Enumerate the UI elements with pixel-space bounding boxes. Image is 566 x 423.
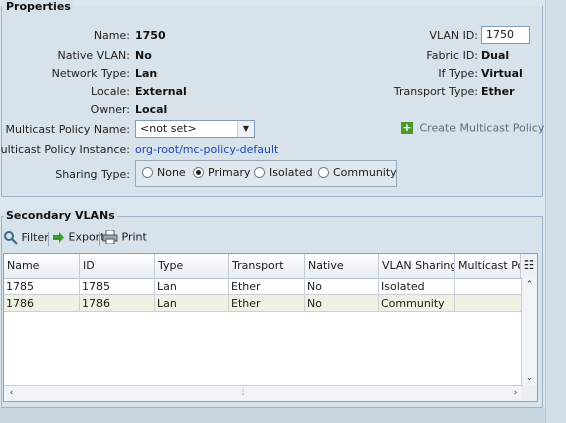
- column-header-type[interactable]: Type: [155, 254, 229, 278]
- create-multicast-policy-label: Create Multicast Policy: [419, 121, 545, 135]
- scroll-right-icon[interactable]: ›: [508, 386, 523, 401]
- fabric-id-value: Dual: [481, 49, 510, 62]
- name-value: 1750: [135, 29, 166, 42]
- owner-value: Local: [135, 103, 168, 116]
- column-header-native[interactable]: Native: [305, 254, 379, 278]
- transport-type-label: Transport Type:: [393, 85, 478, 98]
- transport-type-value: Ether: [481, 85, 515, 98]
- plus-icon: +: [401, 121, 413, 134]
- radio-none[interactable]: [142, 167, 153, 178]
- radio-primary-label: Primary: [208, 166, 251, 179]
- scroll-grip-icon[interactable]: ⦙: [233, 386, 253, 401]
- radio-community-label: Community: [333, 166, 397, 179]
- multicast-policy-instance-label: Multicast Policy Instance:: [0, 143, 130, 156]
- scroll-down-icon[interactable]: ⌄: [522, 371, 537, 386]
- column-chooser-icon[interactable]: ☷: [520, 254, 537, 278]
- cell-vlan-sharing: Community: [379, 295, 455, 312]
- secondary-vlans-legend: Secondary VLANs: [4, 209, 117, 222]
- network-type-label: Network Type:: [51, 67, 130, 80]
- chevron-down-icon[interactable]: ▼: [237, 121, 254, 137]
- multicast-policy-instance-link[interactable]: org-root/mc-policy-default: [135, 143, 278, 156]
- owner-label: Owner:: [90, 103, 130, 116]
- filter-button[interactable]: Filter: [3, 230, 49, 245]
- table-header: Name ID Type Transport Native VLAN Shari…: [4, 254, 523, 279]
- cell-type: Lan: [155, 278, 229, 295]
- cell-type: Lan: [155, 295, 229, 312]
- export-arrow-icon: [53, 231, 64, 243]
- column-header-vlan-sharing[interactable]: VLAN Sharing: [379, 254, 455, 278]
- radio-isolated-label: Isolated: [269, 166, 313, 179]
- cell-native: No: [305, 278, 379, 295]
- scrollbar-corner: [522, 386, 537, 401]
- table-row[interactable]: 1786 1786 Lan Ether No Community: [4, 295, 523, 312]
- cell-transport: Ether: [229, 278, 305, 295]
- scroll-up-icon[interactable]: ⌃: [522, 278, 537, 293]
- print-label: Print: [121, 230, 147, 244]
- native-vlan-value: No: [135, 49, 152, 62]
- cell-id: 1785: [80, 278, 155, 295]
- printer-icon: [102, 229, 118, 245]
- column-header-transport[interactable]: Transport: [229, 254, 305, 278]
- right-edge-strip: [545, 0, 566, 423]
- cell-vlan-sharing: Isolated: [379, 278, 455, 295]
- vertical-scrollbar[interactable]: ⌃ ⌄: [521, 278, 537, 386]
- multicast-policy-selected: <not set>: [140, 122, 197, 135]
- radio-none-label: None: [157, 166, 186, 179]
- cell-multicast-policy: [455, 278, 523, 295]
- toolbar-divider: [48, 232, 49, 246]
- native-vlan-label: Native VLAN:: [57, 49, 130, 62]
- multicast-policy-select[interactable]: <not set> ▼: [135, 120, 255, 138]
- properties-legend: Properties: [4, 0, 73, 13]
- cell-native: No: [305, 295, 379, 312]
- scroll-left-icon[interactable]: ‹: [4, 386, 19, 401]
- bottom-edge-strip: [0, 408, 545, 423]
- cell-name: 1785: [4, 278, 80, 295]
- vlan-id-label: VLAN ID:: [429, 29, 478, 42]
- multicast-policy-name-label: Multicast Policy Name:: [5, 123, 130, 136]
- radio-isolated[interactable]: [254, 167, 265, 178]
- cell-transport: Ether: [229, 295, 305, 312]
- filter-label: Filter: [21, 231, 49, 244]
- locale-label: Locale:: [91, 85, 130, 98]
- cell-name: 1786: [4, 295, 80, 312]
- cell-id: 1786: [80, 295, 155, 312]
- name-label: Name:: [93, 29, 130, 42]
- vlan-id-field[interactable]: 1750: [481, 26, 530, 44]
- secondary-vlans-table: Name ID Type Transport Native VLAN Shari…: [3, 253, 538, 402]
- sharing-type-label: Sharing Type:: [55, 168, 130, 181]
- filter-icon: [4, 231, 18, 245]
- column-header-id[interactable]: ID: [80, 254, 155, 278]
- network-type-value: Lan: [135, 67, 158, 80]
- locale-value: External: [135, 85, 187, 98]
- radio-primary[interactable]: [193, 167, 204, 178]
- column-header-multicast-policy[interactable]: Multicast Poli: [455, 254, 523, 278]
- print-button[interactable]: Print: [102, 229, 147, 245]
- if-type-value: Virtual: [481, 67, 523, 80]
- horizontal-scrollbar[interactable]: ‹ ⦙ ›: [4, 385, 523, 401]
- cell-multicast-policy: [455, 295, 523, 312]
- export-button[interactable]: Export: [52, 230, 105, 244]
- column-header-name[interactable]: Name: [4, 254, 80, 278]
- create-multicast-policy-button[interactable]: + Create Multicast Policy: [401, 121, 544, 135]
- toolbar-divider: [99, 232, 100, 246]
- fabric-id-label: Fabric ID:: [426, 49, 478, 62]
- if-type-label: If Type:: [438, 67, 478, 80]
- table-row[interactable]: 1785 1785 Lan Ether No Isolated: [4, 278, 523, 295]
- radio-community[interactable]: [318, 167, 329, 178]
